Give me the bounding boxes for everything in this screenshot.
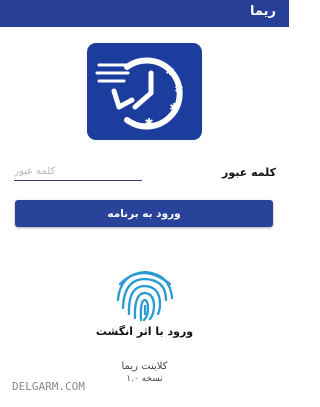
- password-label: کلمه عبور: [222, 166, 276, 179]
- app-logo: ✱ ✱ ✱ ✱: [87, 43, 202, 140]
- password-input[interactable]: [14, 163, 142, 181]
- fingerprint-button[interactable]: [112, 264, 178, 322]
- svg-text:✱: ✱: [174, 83, 183, 96]
- clock-history-icon: ✱ ✱ ✱ ✱: [95, 57, 184, 130]
- login-button[interactable]: ورود به برنامه: [15, 200, 273, 227]
- fingerprint-icon: [116, 270, 174, 322]
- watermark: DELGARM.COM: [12, 380, 85, 393]
- client-name: کلاینت ریما: [121, 361, 168, 372]
- svg-text:✱: ✱: [165, 65, 174, 78]
- fingerprint-label: ورود با اثر انگشت: [95, 325, 194, 338]
- svg-text:✱: ✱: [169, 101, 178, 114]
- app-title: ریما: [250, 4, 276, 19]
- app-bar: ریما: [0, 0, 289, 27]
- svg-text:✱: ✱: [144, 116, 153, 129]
